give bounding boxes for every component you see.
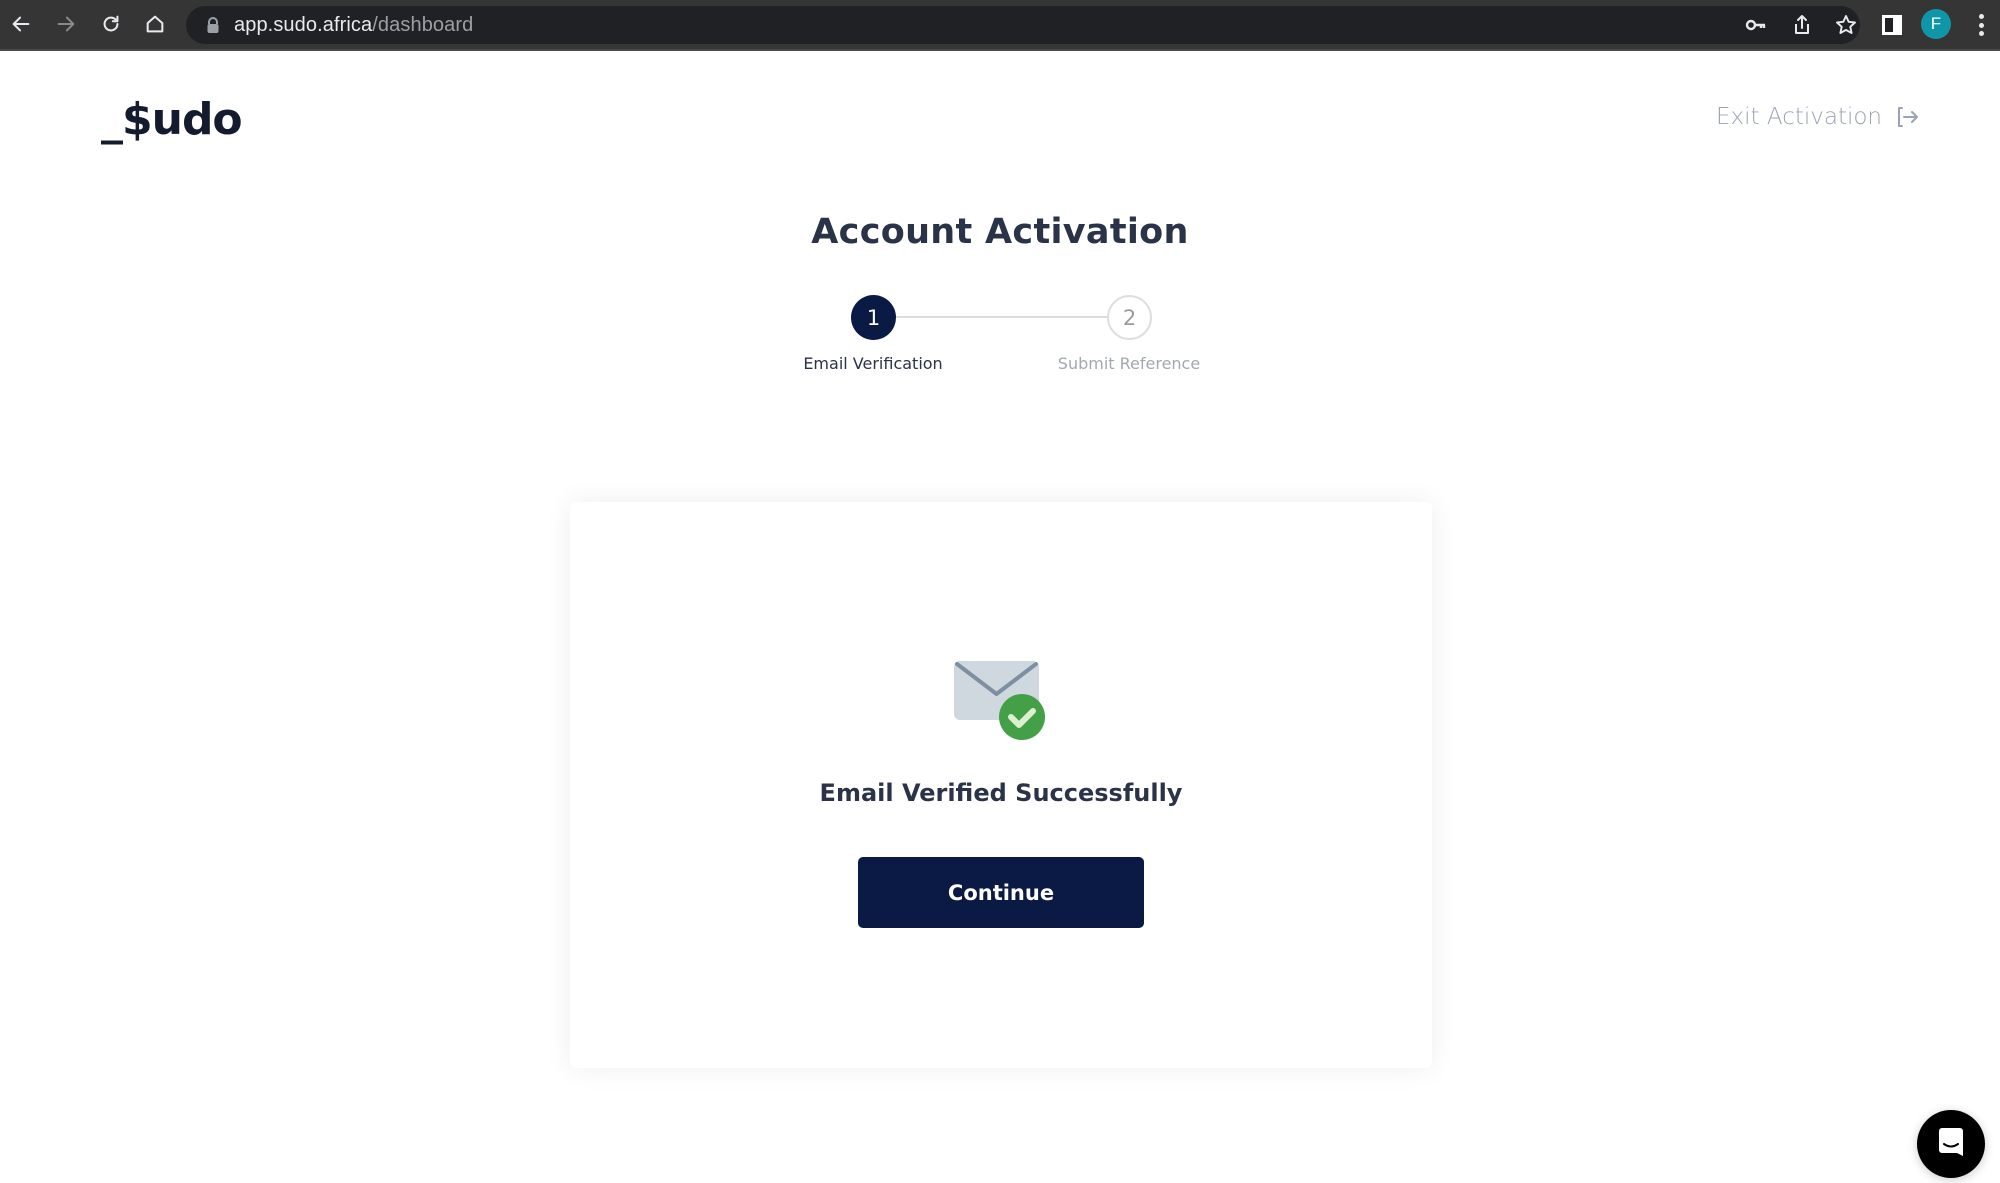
address-bar[interactable]: app.sudo.africa/dashboard: [186, 6, 1860, 44]
continue-button[interactable]: Continue: [858, 857, 1144, 928]
lock-icon: [207, 17, 219, 33]
chat-launcher-button[interactable]: [1917, 1110, 1985, 1178]
chat-icon: [1939, 1128, 1963, 1156]
logout-icon: [1898, 107, 1919, 127]
exit-activation-link[interactable]: Exit Activation: [1716, 104, 1920, 130]
step-2-indicator: 2: [1107, 295, 1152, 340]
home-button[interactable]: [140, 9, 170, 39]
step-connector: [896, 316, 1107, 318]
reload-icon: [103, 15, 119, 32]
browser-toolbar: app.sudo.africa/dashboard F: [0, 0, 2000, 51]
key-icon[interactable]: [1744, 13, 1768, 37]
bookmark-star-icon[interactable]: [1834, 13, 1858, 37]
url-text[interactable]: app.sudo.africa/dashboard: [234, 6, 473, 44]
forward-button[interactable]: [51, 9, 81, 39]
browser-menu-icon[interactable]: [1972, 12, 1990, 38]
url-path: /dashboard: [372, 14, 474, 36]
share-icon[interactable]: [1790, 13, 1814, 37]
back-button[interactable]: [6, 9, 36, 39]
profile-avatar[interactable]: F: [1921, 9, 1951, 39]
success-message: Email Verified Successfully: [819, 779, 1183, 807]
email-verified-icon: [954, 661, 1045, 740]
arrow-right-icon: [57, 16, 75, 32]
exit-activation-label: Exit Activation: [1716, 104, 1883, 130]
page-title: Account Activation: [811, 212, 1189, 252]
sudo-logo[interactable]: _$udo: [101, 94, 243, 145]
step-1-label: Email Verification: [803, 354, 943, 373]
home-icon: [146, 15, 164, 33]
step-1-indicator: 1: [851, 295, 896, 340]
side-panel-icon[interactable]: [1879, 12, 1905, 38]
verification-card: Email Verified Successfully Continue: [570, 502, 1432, 1068]
url-host: app.sudo.africa: [234, 14, 373, 36]
arrow-left-icon: [12, 16, 30, 32]
reload-button[interactable]: [96, 9, 126, 39]
step-2-label: Submit Reference: [1057, 354, 1201, 373]
